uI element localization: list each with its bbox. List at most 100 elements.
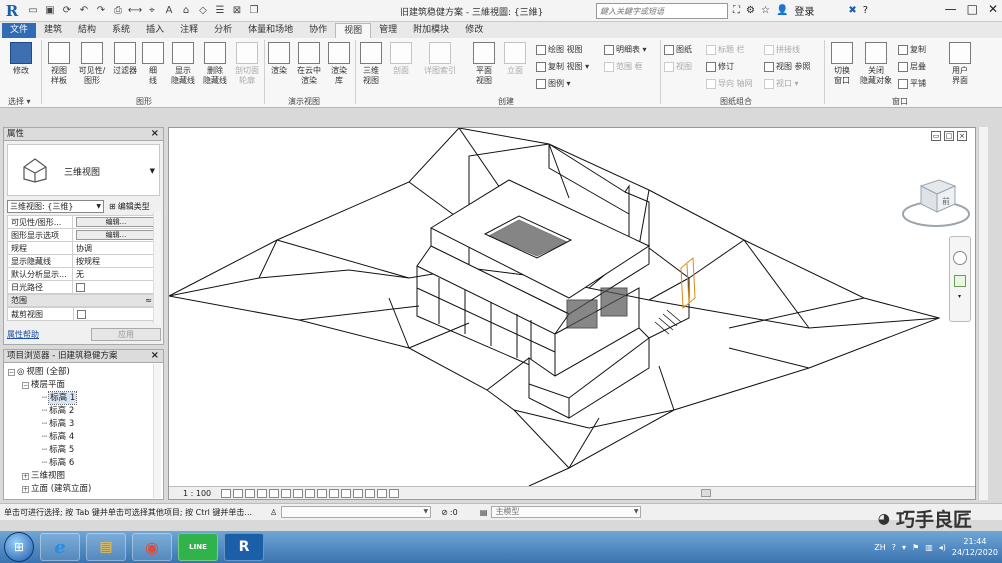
sun-path-checkbox[interactable] <box>76 282 85 292</box>
elevation-button[interactable]: 立面 <box>502 42 528 76</box>
lock-view-icon[interactable] <box>305 488 315 498</box>
visual-style-icon[interactable] <box>233 488 243 498</box>
sheet-button[interactable]: 图纸 <box>664 44 692 55</box>
temporary-hide-icon[interactable] <box>317 488 327 498</box>
ie-icon[interactable]: e <box>40 533 80 561</box>
file-explorer-icon[interactable]: ▤ <box>86 533 126 561</box>
viewcube[interactable]: 前 <box>899 172 973 232</box>
properties-scrollbar[interactable] <box>153 212 161 324</box>
crop-view-icon[interactable] <box>281 488 291 498</box>
sync-icon[interactable]: ⟳ <box>60 4 74 18</box>
chevron-down-icon[interactable]: ▾ <box>902 543 906 552</box>
close-hidden-button[interactable]: 关闭 隐藏对象 <box>858 42 894 86</box>
highlight-displacement-icon[interactable] <box>377 488 387 498</box>
sun-path-icon[interactable] <box>245 488 255 498</box>
revit-logo[interactable]: R <box>2 1 22 21</box>
close-icon[interactable]: × <box>957 131 967 141</box>
switch-windows-icon[interactable]: ❐ <box>247 4 261 18</box>
login-label[interactable]: 登录 <box>794 3 814 18</box>
redo-icon[interactable]: ↷ <box>94 4 108 18</box>
3d-view-icon[interactable]: ⌂ <box>179 4 193 18</box>
editable-only-icon[interactable]: ⊘ <box>441 508 448 517</box>
property-value[interactable]: 协调 <box>72 241 157 255</box>
tab-insert[interactable]: 插入 <box>138 23 172 38</box>
render-icon[interactable] <box>269 488 279 498</box>
tree-item[interactable]: ┈ 标高 3 <box>42 418 74 430</box>
tab-analyze[interactable]: 分析 <box>206 23 240 38</box>
tree-item[interactable]: + 三维视图 <box>22 470 65 482</box>
expand-icon[interactable]: + <box>22 472 29 480</box>
properties-help-link[interactable]: 属性帮助 <box>7 329 39 340</box>
filters-button[interactable]: 过滤器 <box>110 42 140 76</box>
view-reference-button[interactable]: 视图 参照 <box>764 61 811 72</box>
measure-icon[interactable]: ⟷ <box>128 4 142 18</box>
detail-level-icon[interactable] <box>221 488 231 498</box>
section-extents-header[interactable]: 范围 ≈ <box>7 294 157 307</box>
switch-windows-button[interactable]: 切换 窗口 <box>828 42 856 86</box>
section-icon[interactable]: ◇ <box>196 4 210 18</box>
tree-item[interactable]: ┈ 标高 6 <box>42 457 74 469</box>
temporary-properties-icon[interactable] <box>353 488 363 498</box>
horizontal-scroll-thumb[interactable] <box>701 489 711 497</box>
help-icon[interactable]: ? <box>863 5 868 16</box>
matchline-button[interactable]: 拼接线 <box>764 44 800 55</box>
close-button[interactable]: ✕ <box>988 2 998 16</box>
remove-hidden-lines-button[interactable]: 删除 隐藏线 <box>200 42 230 86</box>
close-icon[interactable]: × <box>151 128 159 140</box>
close-hidden-icon[interactable]: ⊠ <box>230 4 244 18</box>
cut-profile-button[interactable]: 剖切面 轮廓 <box>232 42 262 86</box>
render-gallery-button[interactable]: 渲染 库 <box>326 42 352 86</box>
tree-item[interactable]: ┈ 标高 4 <box>42 431 74 443</box>
design-option-dropdown[interactable]: 主模型 <box>491 506 642 518</box>
network-icon[interactable]: ▥ <box>925 543 933 552</box>
analytical-model-icon[interactable] <box>365 488 375 498</box>
title-block-button[interactable]: 标题 栏 <box>706 44 745 55</box>
3d-viewport[interactable]: ▭ □ × 前 ▾ 1 : 100 <box>168 127 976 500</box>
ime-indicator[interactable]: ZH <box>874 543 886 552</box>
plan-views-button[interactable]: 平面 视图 <box>470 42 498 86</box>
collapse-icon[interactable]: − <box>8 368 15 376</box>
tab-collaborate[interactable]: 协作 <box>301 23 335 38</box>
chevron-down-icon[interactable]: ▾ <box>958 293 961 300</box>
maximize-icon[interactable]: □ <box>944 131 954 141</box>
tab-addins[interactable]: 附加模块 <box>405 23 457 38</box>
property-value[interactable]: 按规程 <box>72 254 157 268</box>
drafting-view-button[interactable]: 绘图 视图 <box>536 44 583 55</box>
zoom-region-icon[interactable] <box>954 275 966 287</box>
revit-icon[interactable]: R <box>224 533 264 561</box>
text-icon[interactable]: A <box>162 4 176 18</box>
volume-icon[interactable]: ◂) <box>939 543 946 552</box>
save-icon[interactable]: ▣ <box>43 4 57 18</box>
replicate-button[interactable]: 复制 <box>898 44 926 55</box>
edit-button[interactable]: 编辑... <box>76 230 156 240</box>
design-options-icon[interactable]: ▤ <box>480 508 488 517</box>
edit-type-button[interactable]: ⊞ 编辑类型 <box>109 201 150 212</box>
show-hidden-lines-button[interactable]: 显示 隐藏线 <box>168 42 198 86</box>
revisions-button[interactable]: 修订 <box>706 61 734 72</box>
legends-button[interactable]: 图例 ▾ <box>536 78 571 89</box>
clock[interactable]: 21:44 24/12/2020 <box>952 536 998 558</box>
tree-item[interactable]: − ◎ 视图 (全部) <box>8 366 70 378</box>
cascade-button[interactable]: 层叠 <box>898 61 926 72</box>
shadows-icon[interactable] <box>257 488 267 498</box>
subscription-icon[interactable]: ⚙ <box>746 5 755 16</box>
tree-item[interactable]: + 立面 (建筑立面) <box>22 483 91 495</box>
tab-architecture[interactable]: 建筑 <box>36 23 70 38</box>
tab-annotate[interactable]: 注释 <box>172 23 206 38</box>
tab-modify[interactable]: 修改 <box>457 23 491 38</box>
tab-systems[interactable]: 系统 <box>104 23 138 38</box>
tree-item[interactable]: ┈ 标高 1 <box>42 391 78 405</box>
apply-button[interactable]: 应用 <box>91 327 161 341</box>
instance-selector[interactable]: 三维视图: {三维} <box>7 199 104 213</box>
search-input[interactable] <box>596 3 728 19</box>
flag-icon[interactable]: ⚑ <box>912 543 919 552</box>
user-interface-button[interactable]: 用户 界面 <box>946 42 974 86</box>
schedules-button[interactable]: 明细表 ▾ <box>604 44 647 55</box>
view-template-button[interactable]: 视图 样板 <box>44 42 74 86</box>
line-icon[interactable]: LINE <box>178 533 218 561</box>
3d-view-button[interactable]: 三维 视图 <box>358 42 384 86</box>
user-icon[interactable]: 👤 <box>776 5 788 16</box>
tree-item[interactable]: ┈ 标高 2 <box>42 405 74 417</box>
collapse-icon[interactable]: − <box>22 381 29 389</box>
guide-grid-button[interactable]: 导向 轴网 <box>706 78 753 89</box>
